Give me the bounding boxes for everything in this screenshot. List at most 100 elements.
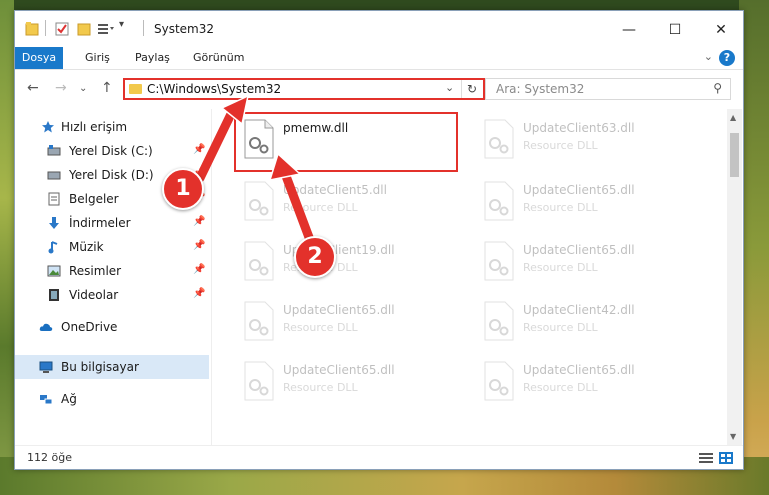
tab-paylas[interactable]: Paylaş <box>125 47 180 69</box>
navigation-pane: Hızlı erişim Yerel Disk (C:) 📌 Yerel Dis… <box>15 109 211 445</box>
explorer-window: ▾ System32 — ☐ ✕ Dosya Giriş Paylaş Görü… <box>14 10 744 470</box>
file-item[interactable]: UpdateClient65.dll Resource DLL <box>235 355 465 411</box>
maximize-button[interactable]: ☐ <box>653 17 697 43</box>
pin-icon: 📌 <box>193 216 206 227</box>
help-button[interactable]: ? <box>719 50 735 66</box>
forward-button[interactable]: → <box>55 80 67 96</box>
pin-icon: 📌 <box>193 264 206 275</box>
search-placeholder: Ara: System32 <box>496 82 585 96</box>
toolbar-separator <box>45 20 46 36</box>
minimize-button[interactable]: — <box>607 17 651 43</box>
sidebar-item-label: Müzik <box>69 240 104 254</box>
sidebar-item-music[interactable]: Müzik 📌 <box>15 235 209 259</box>
cloud-icon <box>39 323 53 331</box>
pictures-icon <box>47 265 61 277</box>
drive-icon <box>47 145 61 156</box>
file-item[interactable]: UpdateClient65.dll Resource DLL <box>475 355 705 411</box>
sidebar-item-network[interactable]: Ağ <box>15 387 209 411</box>
file-item[interactable]: UpdateClient63.dll Resource DLL <box>475 113 705 169</box>
file-item[interactable]: UpdateClient65.dll Resource DLL <box>475 175 705 231</box>
dll-file-icon <box>484 241 514 281</box>
up-button[interactable]: ↑ <box>101 80 113 96</box>
vertical-scrollbar[interactable]: ▲ ▼ <box>727 109 742 445</box>
status-bar: 112 öğe <box>15 445 743 470</box>
sidebar-item-downloads[interactable]: İndirmeler 📌 <box>15 211 209 235</box>
star-icon <box>42 121 54 133</box>
computer-icon <box>39 361 53 373</box>
refresh-button[interactable]: ↻ <box>461 80 482 98</box>
dll-file-icon <box>244 361 274 401</box>
sidebar-item-quick-access[interactable]: Hızlı erişim <box>15 115 209 139</box>
close-button[interactable]: ✕ <box>699 17 743 43</box>
address-bar[interactable]: C:\Windows\System32 ⌄ ↻ <box>123 78 485 100</box>
new-folder-icon[interactable] <box>77 21 91 37</box>
dll-file-icon <box>244 181 274 221</box>
dll-file-icon <box>484 119 514 159</box>
search-box[interactable]: Ara: System32 ⚲ <box>485 78 731 100</box>
pane-divider[interactable] <box>211 109 212 445</box>
sidebar-item-label: Ağ <box>61 392 77 406</box>
quick-access-dropdown-icon[interactable]: ▾ <box>119 19 124 35</box>
sidebar-item-this-pc[interactable]: Bu bilgisayar <box>15 355 209 379</box>
sidebar-item-label: Belgeler <box>69 192 119 206</box>
view-options-icon[interactable] <box>97 21 115 37</box>
file-name: UpdateClient65.dll <box>283 363 395 377</box>
sidebar-item-label: Videolar <box>69 288 119 302</box>
properties-icon[interactable] <box>55 21 69 37</box>
download-icon <box>49 217 59 229</box>
tab-giris[interactable]: Giriş <box>75 47 120 69</box>
dll-file-icon <box>244 241 274 281</box>
sidebar-item-label: Bu bilgisayar <box>61 360 139 374</box>
recent-locations-icon[interactable]: ⌄ <box>79 83 87 94</box>
sidebar-item-label: Yerel Disk (D:) <box>69 168 154 182</box>
dll-file-icon <box>484 361 514 401</box>
folder-icon <box>25 22 39 36</box>
ribbon-collapse-icon[interactable]: ⌄ <box>704 50 713 63</box>
sidebar-item-videos[interactable]: Videolar 📌 <box>15 283 209 307</box>
file-name: UpdateClient42.dll <box>523 303 635 317</box>
callout-1: 1 <box>162 168 204 210</box>
file-item[interactable]: UpdateClient5.dll Resource DLL <box>235 175 465 231</box>
ribbon-tabs: Dosya Giriş Paylaş Görünüm ⌄ ? <box>15 47 743 70</box>
file-type: Resource DLL <box>523 321 598 334</box>
file-name: UpdateClient5.dll <box>283 183 387 197</box>
file-item[interactable]: UpdateClient65.dll Resource DLL <box>475 235 705 291</box>
document-icon <box>48 192 60 206</box>
file-type: Resource DLL <box>523 201 598 214</box>
window-title: System32 <box>154 22 215 36</box>
file-item[interactable]: UpdateClient65.dll Resource DLL <box>235 295 465 351</box>
file-item[interactable]: UpdateClient19.dll Resource DLL <box>235 235 465 291</box>
sidebar-item-label: İndirmeler <box>69 216 131 230</box>
network-icon <box>40 395 53 405</box>
address-path[interactable]: C:\Windows\System32 <box>147 82 281 96</box>
details-view-icon[interactable] <box>699 452 713 464</box>
scroll-up-icon[interactable]: ▲ <box>730 113 736 122</box>
pin-icon: 📌 <box>193 288 206 299</box>
music-icon <box>48 241 58 254</box>
file-name: UpdateClient65.dll <box>283 303 395 317</box>
search-icon[interactable]: ⚲ <box>713 81 722 95</box>
file-type: Resource DLL <box>523 381 598 394</box>
sidebar-item-drive-c[interactable]: Yerel Disk (C:) 📌 <box>15 139 209 163</box>
tab-dosya[interactable]: Dosya <box>15 47 63 69</box>
back-button[interactable]: ← <box>27 80 39 96</box>
file-name: UpdateClient63.dll <box>523 121 635 135</box>
file-item[interactable]: UpdateClient42.dll Resource DLL <box>475 295 705 351</box>
sidebar-item-label: OneDrive <box>61 320 118 334</box>
item-count: 112 öğe <box>27 451 72 464</box>
sidebar-item-label: Hızlı erişim <box>61 120 128 134</box>
file-name: UpdateClient65.dll <box>523 363 635 377</box>
tab-gorunum[interactable]: Görünüm <box>183 47 254 69</box>
file-type: Resource DLL <box>523 139 598 152</box>
file-type: Resource DLL <box>523 261 598 274</box>
large-icons-view-icon[interactable] <box>719 452 733 464</box>
sidebar-item-onedrive[interactable]: OneDrive <box>15 315 209 339</box>
scrollbar-thumb[interactable] <box>730 133 739 177</box>
title-separator <box>143 20 144 36</box>
scroll-down-icon[interactable]: ▼ <box>730 432 736 441</box>
dll-file-icon <box>484 301 514 341</box>
file-highlight-box <box>234 112 458 172</box>
file-name: UpdateClient65.dll <box>523 243 635 257</box>
address-dropdown-icon[interactable]: ⌄ <box>445 81 454 94</box>
sidebar-item-pictures[interactable]: Resimler 📌 <box>15 259 209 283</box>
